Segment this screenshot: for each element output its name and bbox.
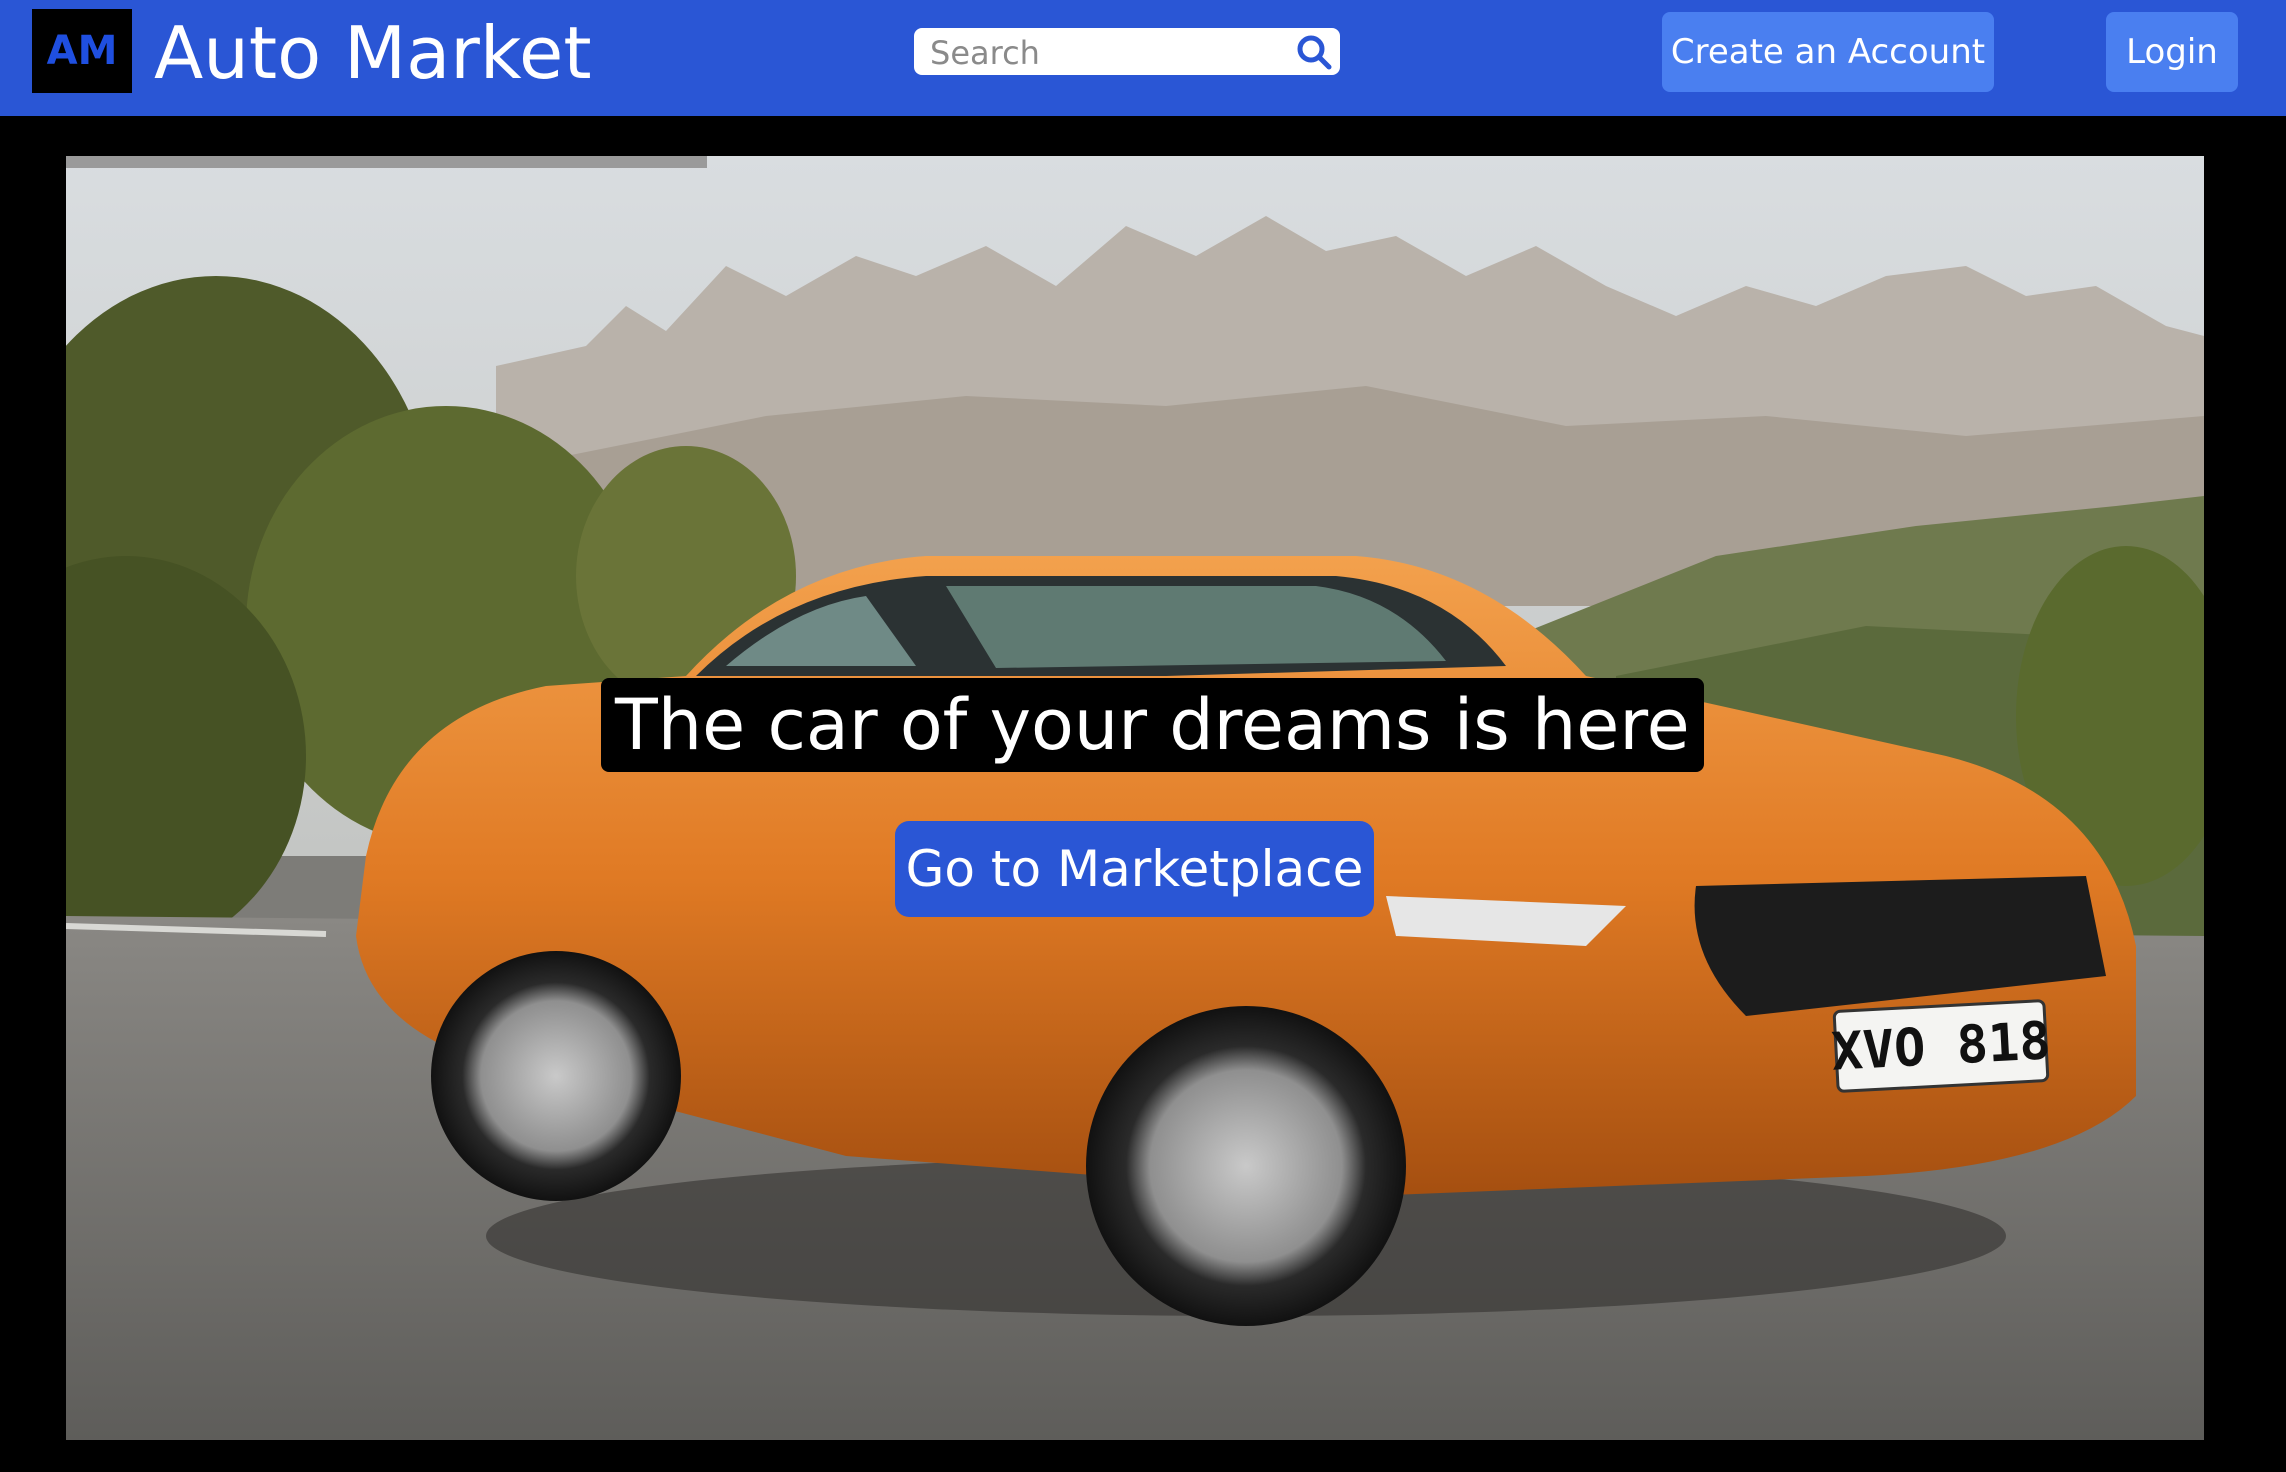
hero-carousel: XVO 818 The car of your dreams is here G… [66,156,2204,1440]
hero-image: XVO 818 [66,156,2204,1440]
search-input[interactable] [928,28,1282,77]
logo[interactable]: AM [32,9,132,93]
carousel-progress [66,156,2204,168]
login-button[interactable]: Login [2106,12,2238,92]
search-box[interactable] [914,28,1340,77]
navbar: AM Auto Market Create an Account Login [0,0,2286,116]
carousel-progress-fill [66,156,708,168]
license-plate-text: XVO 818 [1830,1011,2052,1082]
search-icon[interactable] [1296,34,1332,70]
hero-headline: The car of your dreams is here [601,678,1704,772]
go-to-marketplace-button[interactable]: Go to Marketplace [895,821,1374,917]
brand-title[interactable]: Auto Market [154,8,592,98]
create-account-button[interactable]: Create an Account [1662,12,1994,92]
